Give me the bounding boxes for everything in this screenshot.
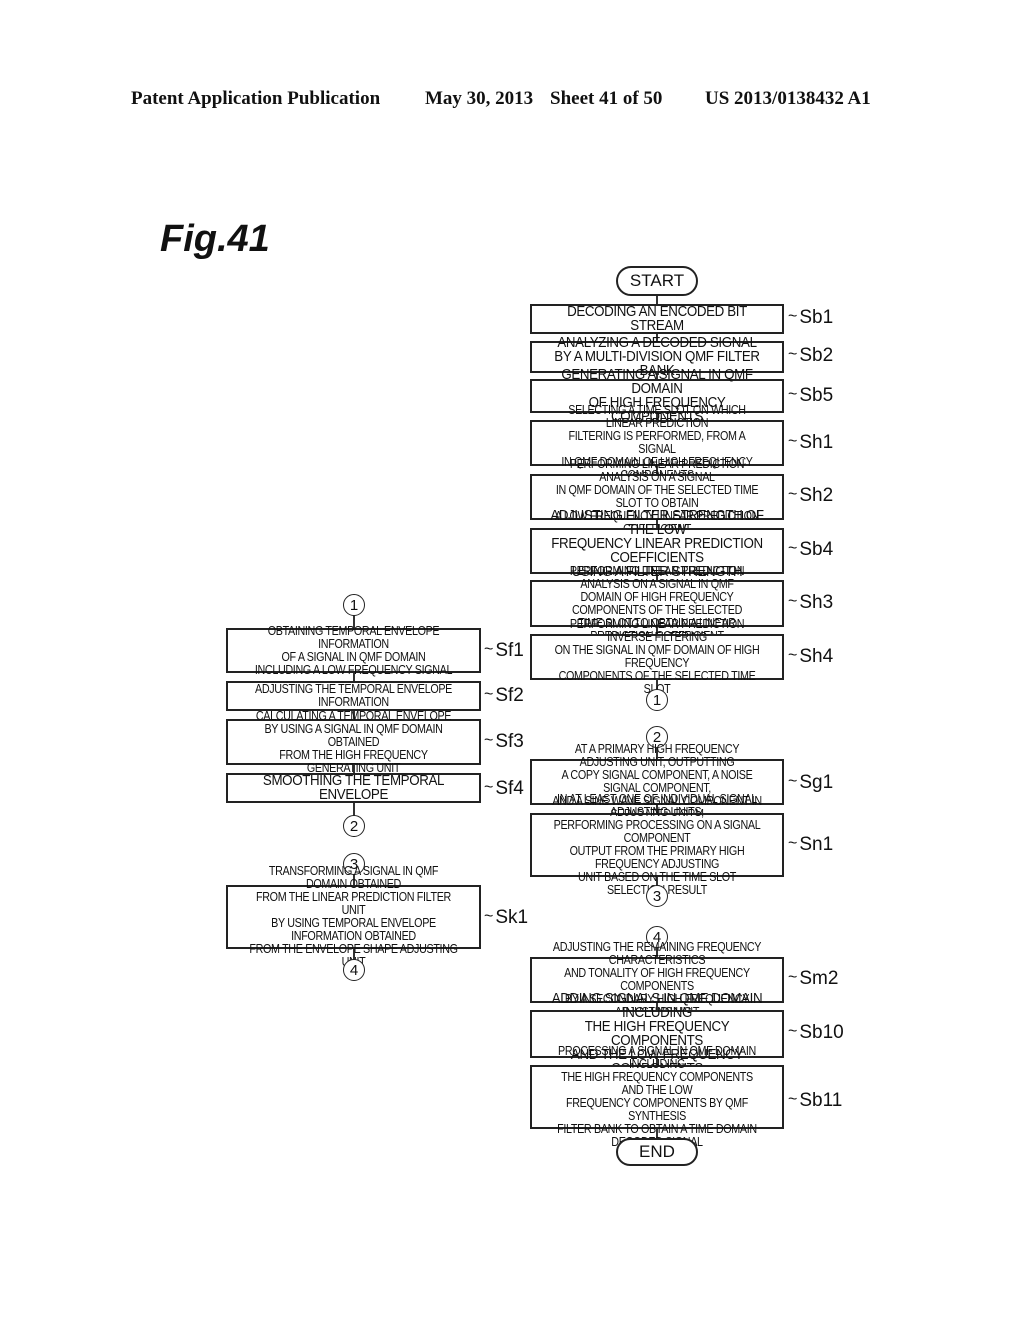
step-box-sb11: PROCESSING A SIGNAL IN QMF DOMAIN INCLUD… [530,1045,784,1149]
step-label-sk1: ~ Sk1 [484,907,529,928]
sheet-number: Sheet 41 of 50 [550,88,663,109]
connector-1: 1 [646,689,668,711]
left-connector-1: 1 [343,594,365,616]
step-box-sf3: CALCULATING A TEMPORAL ENVELOPE BY USING… [226,709,481,774]
step-text: OBTAINING TEMPORAL ENVELOPE INFORMATION … [254,623,453,677]
step-label-sb11: ~ Sb11 [788,1090,843,1111]
step-text: PERFORMING LINEAR PREDICTION INVERSE FIL… [554,617,760,696]
step-box-sk1: TRANSFORMING A SIGNAL IN QMF DOMAIN OBTA… [226,865,481,969]
page-header: Patent Application Publication May 30, 2… [0,88,1024,118]
step-label-sh3: ~ Sh3 [788,592,834,613]
step-label-sf1: ~ Sf1 [484,640,524,661]
step-text: CALCULATING A TEMPORAL ENVELOPE BY USING… [255,708,452,775]
step-box-sf4: SMOOTHING THE TEMPORAL ENVELOPE [226,773,481,803]
start-label: START [629,271,685,290]
step-box-sh4: PERFORMING LINEAR PREDICTION INVERSE FIL… [530,618,784,696]
step-label-sb4: ~ Sb4 [788,539,834,560]
step-label-sb1: ~ Sb1 [788,307,834,328]
step-label-sb10: ~ Sb10 [788,1022,844,1043]
step-label-sg1: ~ Sg1 [788,772,834,793]
start-terminal: START [616,266,698,296]
step-text: ADJUSTING THE TEMPORAL ENVELOPE INFORMAT… [254,682,453,709]
step-label-sb2: ~ Sb2 [788,345,834,366]
left-connector-2: 2 [343,815,365,837]
step-box-sn1: IN AT LEAST ONE OF INDIVIDUAL SIGNAL ADJ… [530,793,784,897]
step-label-sf3: ~ Sf3 [484,731,524,752]
end-label: END [639,1142,675,1161]
step-text: TRANSFORMING A SIGNAL IN QMF DOMAIN OBTA… [249,864,458,969]
step-label-sb5: ~ Sb5 [788,385,834,406]
end-terminal: END [616,1138,698,1166]
step-label-sh1: ~ Sh1 [788,432,834,453]
step-text: DECODING AN ENCODED BIT STREAM [567,304,747,334]
step-text: PROCESSING A SIGNAL IN QMF DOMAIN INCLUD… [557,1044,757,1149]
step-label-sh4: ~ Sh4 [788,646,834,667]
step-label-sf2: ~ Sf2 [484,685,524,706]
step-text: IN AT LEAST ONE OF INDIVIDUAL SIGNAL ADJ… [553,792,761,897]
left-connector-4: 4 [343,959,365,981]
connector-3: 3 [646,885,668,907]
publication-date: May 30, 2013 [425,88,534,109]
step-label-sn1: ~ Sn1 [788,834,834,855]
step-label-sm2: ~ Sm2 [788,968,839,989]
step-text: SMOOTHING THE TEMPORAL ENVELOPE [262,773,445,803]
patent-number: US 2013/0138432 A1 [705,88,871,109]
publication-type: Patent Application Publication [131,88,381,109]
step-box-sf2: ADJUSTING THE TEMPORAL ENVELOPE INFORMAT… [226,681,481,711]
figure-label: Fig.41 [160,218,270,260]
step-label-sh2: ~ Sh2 [788,485,834,506]
step-box-sf1: OBTAINING TEMPORAL ENVELOPE INFORMATION … [226,624,481,676]
step-box-sb1: DECODING AN ENCODED BIT STREAM [530,304,784,334]
step-label-sf4: ~ Sf4 [484,778,524,799]
